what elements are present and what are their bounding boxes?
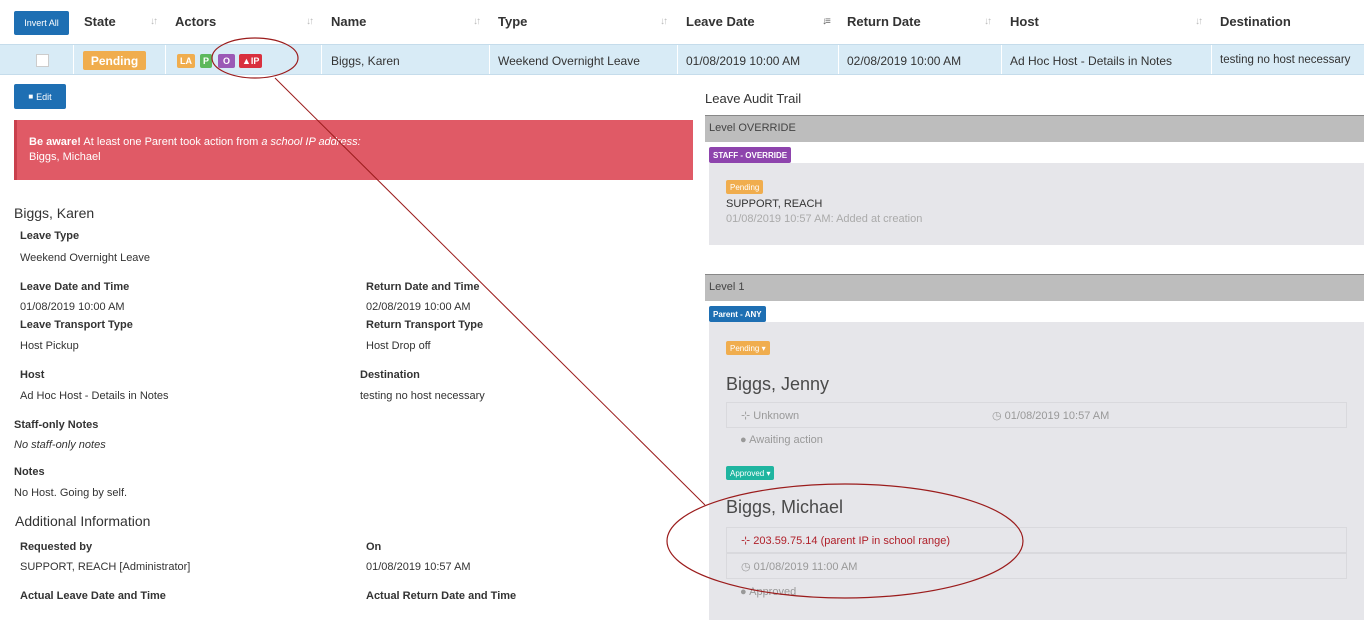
annotation-overlay (211, 37, 1024, 599)
annotation-circle-michael (666, 483, 1024, 599)
annotation-connector (274, 77, 706, 506)
annotation-circle-ip (211, 37, 299, 79)
